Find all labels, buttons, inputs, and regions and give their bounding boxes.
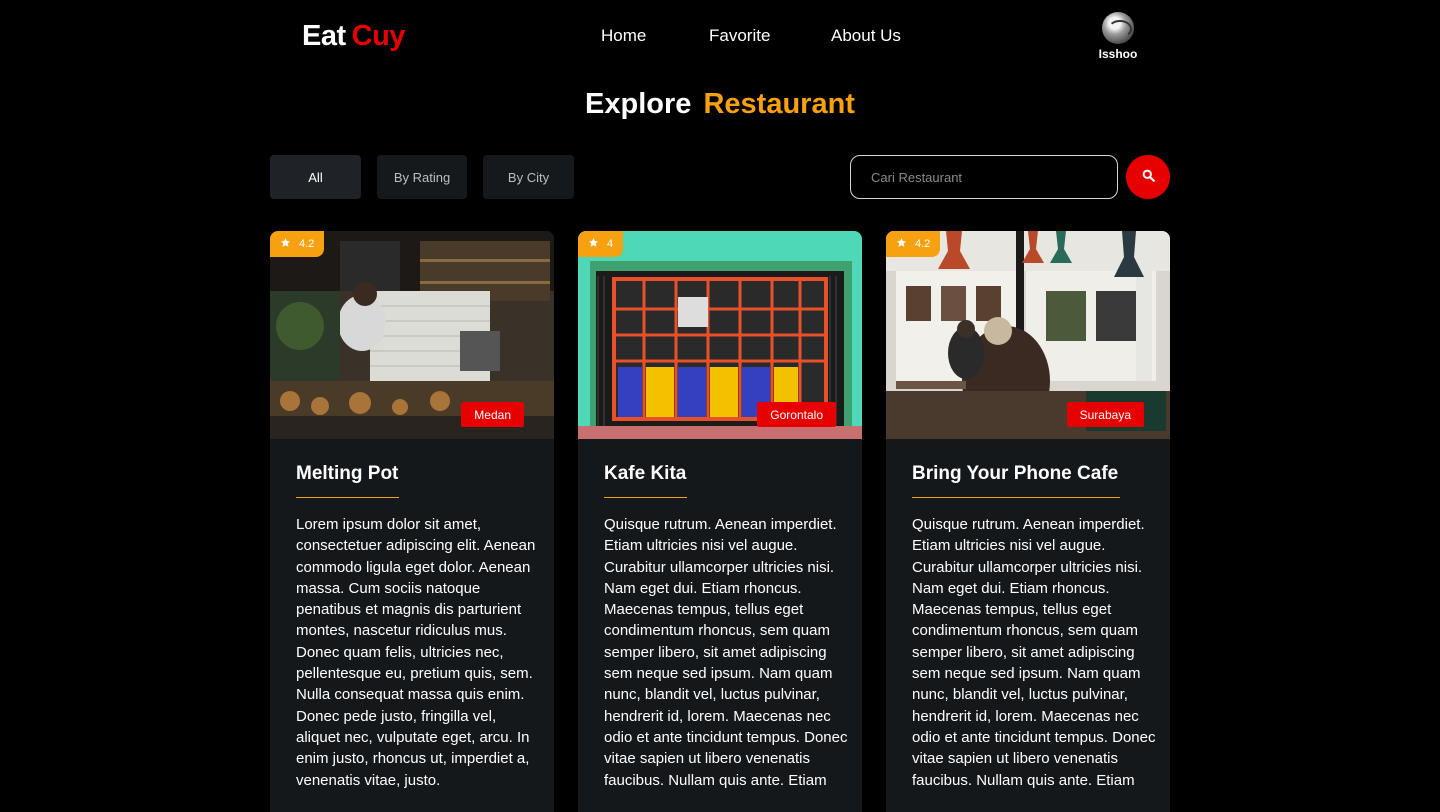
- filter-by-city-button[interactable]: By City: [483, 155, 574, 199]
- restaurant-name[interactable]: Melting Pot: [296, 463, 398, 497]
- rating-badge: 4.2: [270, 231, 325, 257]
- star-icon: [896, 237, 907, 251]
- restaurant-image[interactable]: 4.2 Surabaya: [886, 231, 1170, 439]
- restaurant-description: Quisque rutrum. Aenean imperdiet. Etiam …: [912, 516, 1156, 789]
- rating-badge: 4: [578, 231, 624, 257]
- nav-favorite-link[interactable]: Favorite: [709, 26, 770, 46]
- city-badge: Medan: [461, 402, 524, 427]
- restaurant-card[interactable]: 4.2 Surabaya Bring Your Phone Cafe Quisq…: [886, 231, 1170, 812]
- restaurant-card[interactable]: 4.2 Medan Melting Pot Lorem ipsum dolor …: [270, 231, 554, 812]
- title-divider: [296, 497, 399, 498]
- restaurant-name[interactable]: Bring Your Phone Cafe: [912, 463, 1118, 497]
- restaurant-image[interactable]: 4 Gorontalo: [578, 231, 862, 439]
- nav-about-link[interactable]: About Us: [831, 26, 901, 46]
- restaurant-description: Quisque rutrum. Aenean imperdiet. Etiam …: [604, 516, 848, 789]
- filter-all-button[interactable]: All: [270, 155, 361, 199]
- rating-badge: 4.2: [886, 231, 941, 257]
- city-badge: Gorontalo: [757, 402, 836, 427]
- city-badge: Surabaya: [1066, 402, 1144, 427]
- restaurant-description: Lorem ipsum dolor sit amet, consectetuer…: [296, 516, 536, 789]
- restaurant-name[interactable]: Kafe Kita: [604, 463, 686, 497]
- search-icon: [1142, 169, 1155, 185]
- filter-by-rating-button[interactable]: By Rating: [377, 155, 467, 199]
- rating-value: 4.2: [915, 238, 931, 250]
- user-profile[interactable]: Isshoo: [1096, 12, 1140, 61]
- profile-name: Isshoo: [1098, 47, 1138, 61]
- main-nav: Home Favorite About Us: [0, 26, 1440, 50]
- rating-value: 4.2: [299, 238, 315, 250]
- page-title-part1: Explore: [585, 88, 692, 120]
- restaurant-image[interactable]: 4.2 Medan: [270, 231, 554, 439]
- restaurant-card-body: Melting Pot Lorem ipsum dolor sit amet, …: [296, 463, 540, 791]
- title-divider: [912, 497, 1120, 498]
- top-navbar: Eat Cuy Home Favorite About Us Isshoo: [0, 0, 1440, 80]
- page-title-part2: Restaurant: [703, 88, 855, 120]
- search-button[interactable]: [1126, 155, 1170, 199]
- nav-home-link[interactable]: Home: [601, 26, 646, 46]
- star-icon: [280, 237, 291, 251]
- avatar[interactable]: [1102, 12, 1134, 44]
- title-divider: [604, 497, 687, 498]
- star-icon: [588, 237, 599, 251]
- rating-value: 4: [607, 238, 614, 250]
- restaurant-card-body: Bring Your Phone Cafe Quisque rutrum. Ae…: [912, 463, 1156, 791]
- search-input[interactable]: [850, 155, 1118, 199]
- page-title: Explore Restaurant: [0, 88, 1440, 121]
- restaurant-card-body: Kafe Kita Quisque rutrum. Aenean imperdi…: [604, 463, 848, 791]
- restaurant-card[interactable]: 4 Gorontalo Kafe Kita Quisque rutrum. Ae…: [578, 231, 862, 812]
